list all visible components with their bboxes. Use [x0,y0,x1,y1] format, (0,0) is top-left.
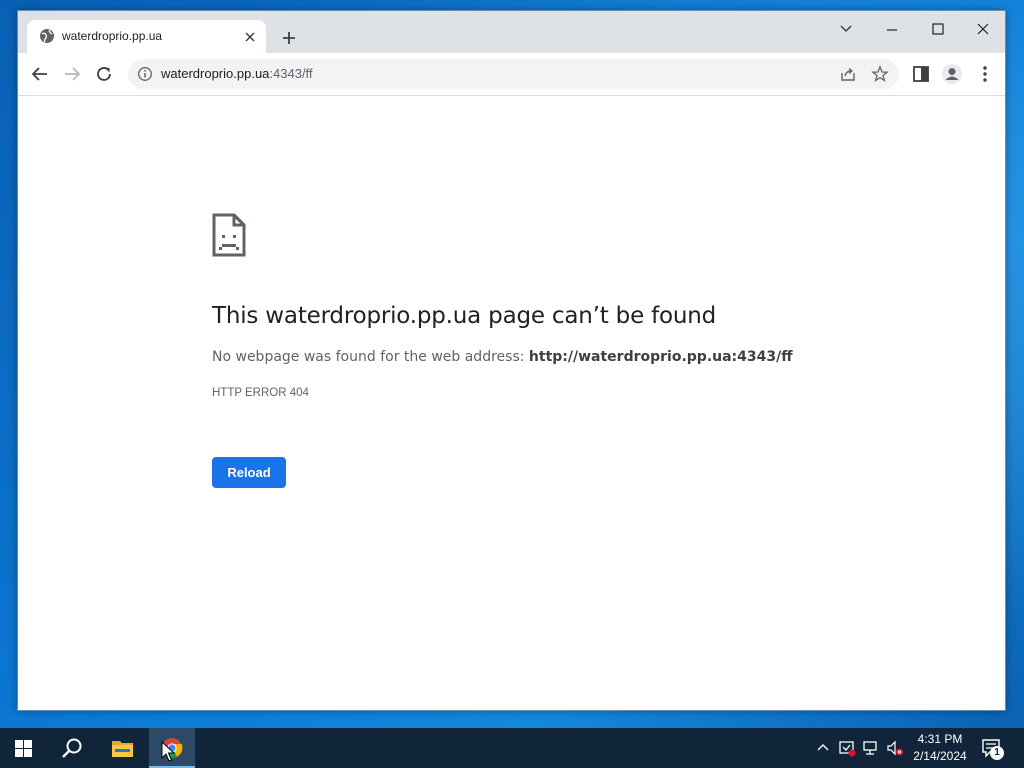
sad-document-icon [212,213,246,257]
error-code: HTTP ERROR 404 [212,387,309,399]
volume-muted-icon[interactable] [886,739,904,757]
system-clock[interactable]: 4:31 PM 2/14/2024 [905,731,975,765]
action-center-button[interactable]: 1 [981,737,1007,761]
clock-date: 2/14/2024 [913,749,967,763]
url-text: waterdroprio.pp.ua:4343/ff [161,66,313,81]
security-tray-icon[interactable] [838,739,856,757]
reload-icon[interactable] [92,62,116,86]
tab-search-icon[interactable] [831,17,861,41]
side-panel-icon[interactable] [909,62,933,86]
new-tab-icon[interactable] [278,27,300,49]
start-button[interactable] [0,728,46,768]
profile-avatar-icon[interactable] [940,62,964,86]
mouse-cursor-icon [161,741,175,762]
notification-count-badge: 1 [990,746,1004,760]
tab-strip: waterdroprio.pp.ua [18,11,1005,53]
minimize-icon[interactable] [877,17,907,41]
page-content: This waterdroprio.pp.ua page can’t be fo… [18,96,1005,710]
share-icon[interactable] [839,65,857,83]
close-window-icon[interactable] [968,17,998,41]
taskbar: 4:31 PM 2/14/2024 1 [0,728,1024,768]
maximize-icon[interactable] [923,17,953,41]
info-icon[interactable] [137,66,153,82]
back-arrow-icon[interactable] [28,62,52,86]
error-heading: This waterdroprio.pp.ua page can’t be fo… [212,303,717,329]
clock-time: 4:31 PM [917,732,963,746]
reload-button[interactable]: Reload [212,457,286,488]
taskbar-file-explorer[interactable] [99,728,145,768]
bookmark-star-icon[interactable] [871,65,889,83]
taskbar-search-button[interactable] [49,728,95,768]
menu-kebab-icon[interactable] [973,62,997,86]
browser-window: waterdroprio.pp.ua waterdroprio.pp.ua:43… [17,10,1006,711]
browser-tab[interactable]: waterdroprio.pp.ua [27,20,266,53]
globe-icon [40,29,54,43]
error-description: No webpage was found for the web address… [212,349,793,365]
windows-logo-icon [15,740,32,757]
forward-arrow-icon[interactable] [60,62,84,86]
url-host: waterdroprio.pp.ua [161,66,270,81]
network-icon[interactable] [862,739,880,757]
browser-toolbar: waterdroprio.pp.ua:4343/ff [18,53,1005,96]
tab-title: waterdroprio.pp.ua [62,29,163,43]
file-explorer-icon [112,741,133,757]
search-icon [62,738,82,758]
chevron-up-icon[interactable] [814,739,832,757]
description-text: No webpage was found for the web address… [212,349,529,365]
url-path: :4343/ff [269,66,313,81]
address-bar[interactable]: waterdroprio.pp.ua:4343/ff [128,59,899,89]
close-tab-icon[interactable] [242,29,258,45]
description-url: http://waterdroprio.pp.ua:4343/ff [528,349,793,365]
